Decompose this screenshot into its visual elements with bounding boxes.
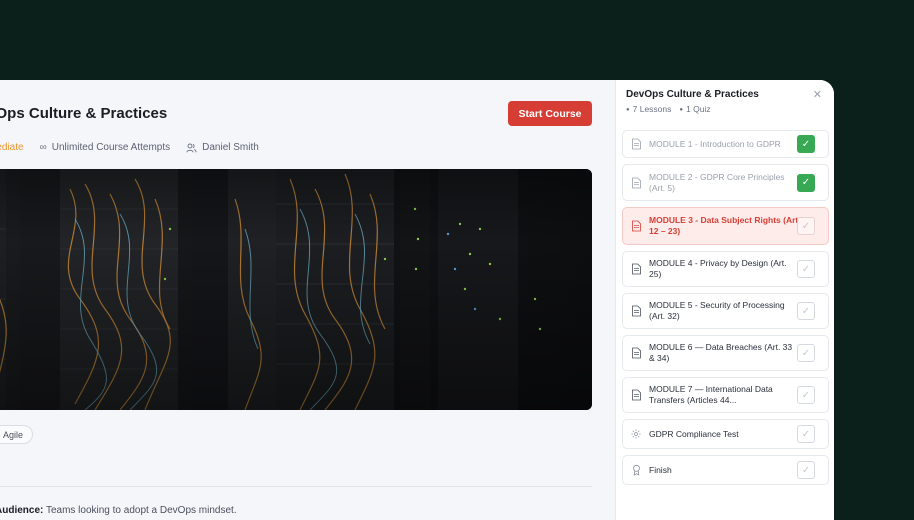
course-outline-panel: DevOps Culture & Practices ✕ 7 Lessons 1… (615, 80, 834, 520)
module-item-3[interactable]: MODULE 3 - Data Subject Rights (Art 12 –… (622, 207, 829, 245)
document-icon (632, 389, 641, 401)
check-icon[interactable]: ✓ (797, 135, 815, 153)
module-label: MODULE 6 — Data Breaches (Art. 33 & 34) (649, 342, 793, 363)
audience-text: Audience: Teams looking to adopt a DevOp… (0, 505, 237, 516)
panel-title: DevOps Culture & Practices (626, 89, 759, 100)
infinity-icon: ∞ (39, 142, 47, 153)
check-icon[interactable]: ✓ (797, 461, 815, 479)
check-icon[interactable]: ✓ (797, 344, 815, 362)
check-icon[interactable]: ✓ (797, 386, 815, 404)
tag-agile[interactable]: Agile (0, 425, 34, 444)
finish-label: Finish (649, 464, 672, 475)
course-hero-image (0, 169, 592, 410)
document-icon (632, 220, 641, 232)
level-badge: Intermediate (0, 142, 24, 153)
instructor-info: Daniel Smith (186, 142, 259, 153)
module-item-1[interactable]: MODULE 1 - Introduction to GDPR ✓ (622, 130, 829, 158)
page-title: DevOps Culture & Practices (0, 105, 168, 122)
module-list: MODULE 1 - Introduction to GDPR ✓ MODULE… (622, 130, 829, 491)
document-icon (632, 177, 641, 188)
attempts-label: Unlimited Course Attempts (51, 142, 171, 153)
check-icon[interactable]: ✓ (797, 425, 815, 443)
course-meta: Intermediate ∞ Unlimited Course Attempts… (0, 142, 275, 153)
module-label: MODULE 4 - Privacy by Design (Art. 25) (649, 258, 787, 279)
quiz-count: 1 Quiz (679, 104, 711, 114)
module-item-2[interactable]: MODULE 2 - GDPR Core Principles (Art. 5)… (622, 164, 829, 201)
module-label: MODULE 3 - Data Subject Rights (Art 12 –… (649, 215, 799, 236)
start-course-button[interactable]: Start Course (508, 101, 592, 126)
audience-description: Teams looking to adopt a DevOps mindset. (43, 505, 237, 516)
check-icon[interactable]: ✓ (797, 173, 815, 192)
attempts-info: ∞ Unlimited Course Attempts (40, 142, 171, 153)
module-item-7[interactable]: MODULE 7 — International Data Transfers … (622, 377, 829, 413)
check-icon[interactable]: ✓ (797, 217, 815, 235)
module-label: MODULE 7 — International Data Transfers … (649, 384, 773, 405)
module-label: MODULE 1 - Introduction to GDPR (649, 138, 781, 149)
check-icon[interactable]: ✓ (797, 302, 815, 320)
module-item-4[interactable]: MODULE 4 - Privacy by Design (Art. 25) ✓ (622, 251, 829, 287)
document-icon (632, 347, 641, 359)
document-icon (632, 263, 641, 275)
section-divider (0, 486, 592, 487)
instructor-name: Daniel Smith (202, 142, 259, 153)
module-label: MODULE 2 - GDPR Core Principles (Art. 5) (649, 171, 785, 193)
server-rack-photo (0, 169, 592, 410)
user-icon (186, 143, 197, 152)
quiz-icon (631, 429, 641, 439)
course-main: DevOps Culture & Practices Start Course … (0, 80, 615, 520)
lesson-count: 7 Lessons (626, 104, 672, 114)
module-item-6[interactable]: MODULE 6 — Data Breaches (Art. 33 & 34) … (622, 335, 829, 371)
course-window: DevOps Culture & Practices Start Course … (0, 80, 834, 520)
audience-label: Audience: (0, 505, 44, 516)
close-icon[interactable]: ✕ (813, 88, 822, 101)
quiz-label: GDPR Compliance Test (649, 428, 739, 439)
check-icon[interactable]: ✓ (797, 260, 815, 278)
document-icon (632, 138, 641, 150)
award-icon (633, 464, 640, 476)
document-icon (632, 305, 641, 317)
module-label: MODULE 5 - Security of Processing (Art. … (649, 300, 785, 321)
quiz-item[interactable]: GDPR Compliance Test ✓ (622, 419, 829, 449)
module-item-5[interactable]: MODULE 5 - Security of Processing (Art. … (622, 293, 829, 329)
panel-summary: 7 Lessons 1 Quiz (626, 104, 711, 114)
finish-item[interactable]: Finish ✓ (622, 455, 829, 485)
